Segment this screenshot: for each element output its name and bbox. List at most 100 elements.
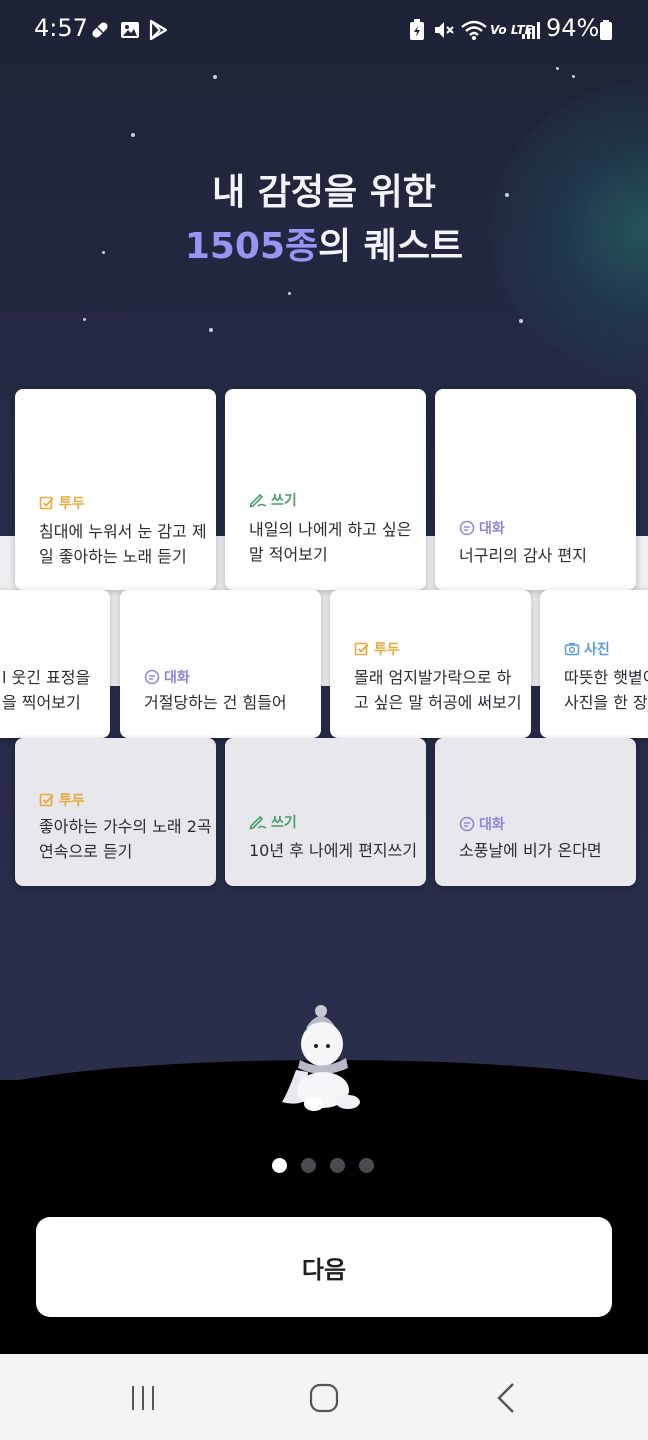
- page-dot-active[interactable]: [272, 1158, 287, 1173]
- quest-title: 좋아하는 가수의 노래 2곡 연속으로 듣기: [39, 814, 212, 864]
- quest-title-line: 소풍날에 비가 온다면: [459, 841, 602, 860]
- camera-icon: [564, 642, 580, 656]
- quest-tag-label: 쓰기: [271, 493, 297, 509]
- quest-tag: 사진: [564, 639, 610, 659]
- todo-icon: [354, 642, 369, 656]
- quest-title-line: 연속으로 듣기: [39, 842, 133, 861]
- headline: 내 감정을 위한 1505종의 퀘스트: [0, 166, 648, 274]
- quest-title: 소풍날에 비가 온다면: [459, 838, 624, 863]
- star: [572, 75, 575, 78]
- headline-line2-rest: 의 퀘스트: [318, 226, 464, 267]
- chat-icon: [459, 520, 475, 536]
- quest-title: 거절당하는 건 힘들어: [144, 690, 309, 715]
- quest-title-line: 침대에 누워서 눈 감고 제: [39, 522, 207, 541]
- grass-icon: [162, 1064, 192, 1106]
- quest-title: 내일의 나에게 하고 싶은 말 적어보기: [249, 517, 414, 567]
- quest-tag: 대화: [459, 518, 505, 538]
- star: [519, 319, 523, 323]
- quest-title-line: 내일의 나에게 하고 싶은: [249, 520, 412, 539]
- back-button[interactable]: [476, 1376, 536, 1420]
- quest-count: 1505종: [184, 226, 319, 267]
- quest-tag-label: 대화: [479, 817, 505, 833]
- quest-tag: 대화: [144, 667, 190, 687]
- quest-tag: 투두: [39, 790, 85, 810]
- quest-title-line: 일 좋아하는 노래 듣기: [39, 547, 187, 566]
- quest-tag-label: 대화: [479, 521, 505, 537]
- quest-tag: 대화: [459, 814, 505, 834]
- quest-tag-label: 사진: [584, 642, 610, 658]
- quest-title-line: 좋아하는 가수의 노래 2곡: [39, 817, 212, 836]
- quest-title: 침대에 누워서 눈 감고 제 일 좋아하는 노래 듣기: [39, 519, 207, 569]
- quest-title-line: 따뜻한 햇볕이: [564, 668, 648, 687]
- star: [213, 75, 217, 79]
- quest-card[interactable]: 쓰기 내일의 나에게 하고 싶은 말 적어보기: [225, 389, 426, 590]
- home-button[interactable]: [294, 1376, 354, 1420]
- page-dot[interactable]: [359, 1158, 374, 1173]
- quest-title-line: 사진을 한 장 찍: [564, 693, 648, 712]
- star: [556, 67, 559, 70]
- quest-title-line: 거절당하는 건 힘들어: [144, 693, 287, 712]
- quest-card[interactable]: 대화 거절당하는 건 힘들어: [120, 590, 321, 738]
- mute-icon: [432, 18, 456, 42]
- quest-card[interactable]: 투두 몰래 엄지발가락으로 하 고 싶은 말 허공에 써보기: [330, 590, 531, 738]
- quest-tag-label: 쓰기: [271, 815, 297, 831]
- headline-line1: 내 감정을 위한: [212, 172, 436, 213]
- page-dot[interactable]: [330, 1158, 345, 1173]
- quest-title: 따뜻한 햇볕이 사진을 한 장 찍: [564, 665, 648, 715]
- next-button[interactable]: 다음: [36, 1217, 612, 1317]
- quest-card[interactable]: 투두 좋아하는 가수의 노래 2곡 연속으로 듣기: [15, 738, 216, 886]
- quest-title-line: 말 적어보기: [249, 545, 328, 564]
- star: [209, 328, 213, 332]
- status-time: 4:57: [34, 14, 88, 42]
- chat-icon: [459, 816, 475, 832]
- signal-icon: [520, 18, 542, 42]
- battery-icon: [598, 18, 614, 42]
- quest-tag: 쓰기: [249, 812, 297, 832]
- gallery-icon: [118, 18, 142, 42]
- quest-title-line: 10년 후 나에게 편지쓰기: [249, 841, 418, 860]
- battery-percent: 94%: [546, 14, 600, 42]
- grass-icon: [504, 1074, 536, 1108]
- quest-title-line: 너구리의 감사 편지: [459, 546, 587, 565]
- quest-tag-label: 투두: [374, 642, 400, 658]
- pill-icon: [88, 18, 112, 42]
- grass-icon: [2, 1088, 16, 1104]
- quest-card[interactable]: 투두 침대에 누워서 눈 감고 제 일 좋아하는 노래 듣기: [15, 389, 216, 590]
- quest-tag-label: 투두: [59, 496, 85, 512]
- quest-card[interactable]: 쓰기 10년 후 나에게 편지쓰기: [225, 738, 426, 886]
- status-bar: 4:57 Vo LTE 94%: [0, 0, 648, 60]
- play-store-icon: [146, 18, 170, 42]
- pencil-icon: [249, 815, 267, 830]
- page-indicator: [272, 1158, 374, 1173]
- headline-line2: 1505종의 퀘스트: [0, 220, 648, 274]
- quest-title: 너구리의 감사 편지: [459, 543, 624, 568]
- back-icon: [497, 1383, 514, 1413]
- quest-title-line: 고 싶은 말 허공에 써보기: [354, 693, 522, 712]
- system-navigation-bar: [0, 1354, 648, 1440]
- chat-icon: [144, 669, 160, 685]
- todo-icon: [39, 496, 54, 510]
- page-dot[interactable]: [301, 1158, 316, 1173]
- quest-tag: 투두: [354, 639, 400, 659]
- quest-tag: 투두: [39, 493, 85, 513]
- quest-card[interactable]: 대화 너구리의 감사 편지: [435, 389, 636, 590]
- onboarding-screen: 4:57 Vo LTE 94% 내 감정을 위한 1505종의 퀘스트 투두 침…: [0, 0, 648, 1440]
- star: [288, 292, 291, 295]
- recent-apps-icon: [132, 1386, 154, 1410]
- quest-tag-label: 대화: [164, 670, 190, 686]
- character-mascot: [282, 1005, 360, 1111]
- quest-card[interactable]: 대화 소풍날에 비가 온다면: [435, 738, 636, 886]
- quest-title-line: 몰래 엄지발가락으로 하: [354, 668, 512, 687]
- recent-apps-button[interactable]: [113, 1376, 173, 1420]
- quest-tag: 쓰기: [249, 490, 297, 510]
- battery-saver-icon: [406, 18, 428, 42]
- home-icon: [309, 1383, 339, 1413]
- quest-card[interactable]: l 웃긴 표정을 을 찍어보기: [0, 590, 110, 738]
- quest-title: 몰래 엄지발가락으로 하 고 싶은 말 허공에 써보기: [354, 665, 522, 715]
- pencil-icon: [249, 493, 267, 508]
- star: [131, 133, 135, 137]
- star: [83, 318, 86, 321]
- quest-tag-label: 투두: [59, 793, 85, 809]
- wifi-icon: [460, 18, 488, 42]
- quest-card[interactable]: 사진 따뜻한 햇볕이 사진을 한 장 찍: [540, 590, 648, 738]
